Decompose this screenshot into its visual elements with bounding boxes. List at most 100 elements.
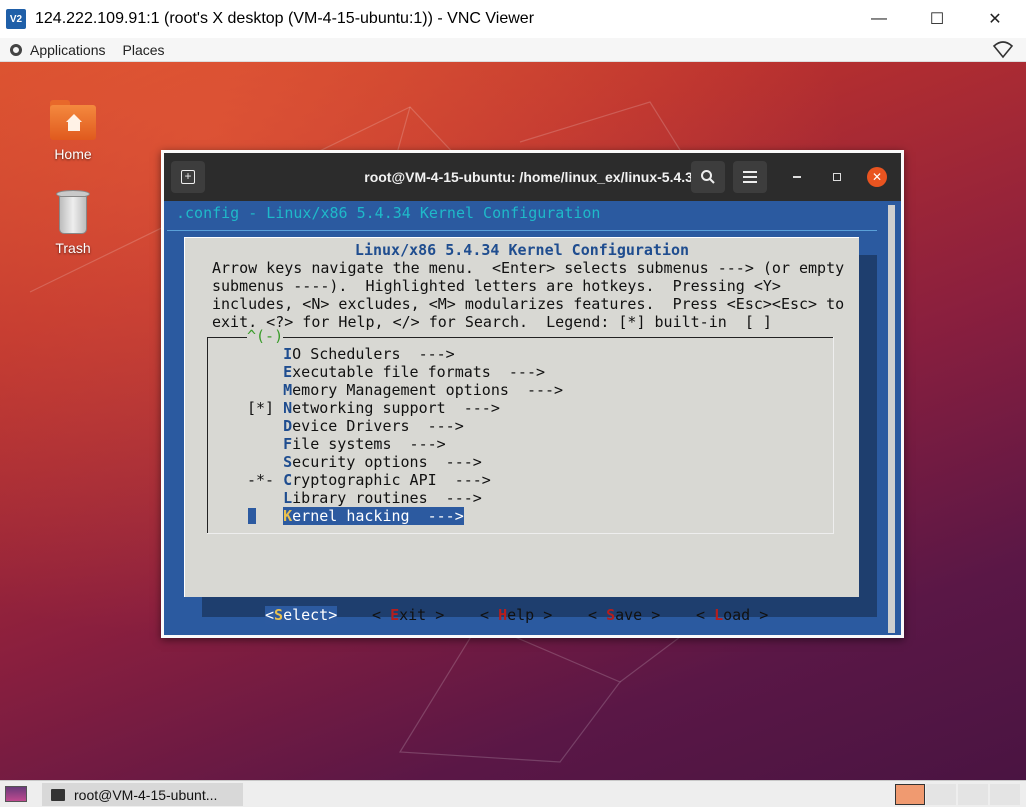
maximize-button[interactable]: ☐ [908,0,966,38]
menu-item-text: O Schedulers ---> [292,345,455,363]
menu-item-hotkey: N [283,399,293,417]
window-title: 124.222.109.91:1 (root's X desktop (VM-4… [35,10,535,27]
menu-item-prefix: [*] [247,399,284,417]
menu-item-hotkey: L [283,489,293,507]
menu-item[interactable]: File systems ---> [247,435,446,453]
home-label: Home [54,146,92,162]
terminal-maximize-button[interactable] [827,167,847,187]
menu-item[interactable]: Executable file formats ---> [247,363,545,381]
help-text: Arrow keys navigate the menu. <Enter> se… [212,259,844,331]
close-icon: ✕ [871,170,883,184]
button-bracket: > [642,606,661,624]
search-icon [701,170,715,184]
desktop-trash-icon[interactable]: Trash [33,190,113,256]
menu-item-text: emory Management options ---> [292,381,564,399]
button-hotkey: L [714,606,724,624]
show-desktop-button[interactable] [5,786,27,802]
button-label: elect [283,606,329,624]
applications-label: Applications [30,41,106,58]
menu-item[interactable]: IO Schedulers ---> [247,345,455,363]
menu-item-prefix [247,453,283,471]
button-bracket: < [696,606,715,624]
menu-item-prefix [247,381,283,399]
menu-item-hotkey: K [283,507,293,525]
menu-item[interactable]: Memory Management options ---> [247,381,563,399]
terminal-close-button[interactable]: ✕ [867,167,887,187]
load-button[interactable]: < Load > [696,606,768,624]
button-bracket: < [480,606,499,624]
workspace-switcher-3[interactable] [958,784,988,805]
menu-item-prefix [247,489,283,507]
terminal-scrollbar[interactable] [888,205,895,633]
terminal-minimize-button[interactable] [787,167,807,187]
ubuntu-logo-icon [10,43,22,56]
menu-item-hotkey: M [283,381,293,399]
menu-item-text: ryptographic API ---> [292,471,491,489]
help-line: submenus ----). Highlighted letters are … [212,277,781,295]
menu-item-hotkey: I [283,345,293,363]
button-label: xit [399,606,427,624]
menu-item-label: Memory Management options ---> [283,381,563,399]
minimize-icon [793,176,801,178]
desktop-home-icon[interactable]: Home [33,100,113,162]
menu-item-hotkey: F [283,435,293,453]
menu-item-prefix [247,435,283,453]
menu-item-prefix [247,345,283,363]
menu-item-label: Library routines ---> [283,489,482,507]
menu-item-prefix: -*- [247,471,284,489]
menu-item-text: ecurity options ---> [292,453,482,471]
menu-item[interactable]: [*] Networking support ---> [247,399,500,417]
menu-item-label: Device Drivers ---> [283,417,464,435]
button-hotkey: S [606,606,616,624]
menu-item[interactable]: Kernel hacking ---> [247,507,464,525]
top-panel: Applications Places [0,38,1026,62]
button-bracket: < [372,606,391,624]
help-line: includes, <N> excludes, <M> modularizes … [212,295,845,313]
trash-label: Trash [55,240,91,256]
terminal-content[interactable]: .config - Linux/x86 5.4.34 Kernel Config… [164,201,901,635]
help-line: exit, <?> for Help, </> for Search. Lege… [212,313,772,331]
button-label: oad [723,606,751,624]
help-button[interactable]: < Help > [480,606,552,624]
workspace-switcher-4[interactable] [990,784,1020,805]
button-hotkey: H [498,606,508,624]
minimize-button[interactable]: — [850,0,908,38]
exit-button[interactable]: < Exit > [372,606,444,624]
menu-item-label: IO Schedulers ---> [283,345,455,363]
maximize-icon [833,173,841,181]
menu-item[interactable]: -*- Cryptographic API ---> [247,471,491,489]
menu-item-text: etworking support ---> [292,399,500,417]
menu-item-label: Kernel hacking ---> [283,507,464,525]
menu-item[interactable]: Security options ---> [247,453,482,471]
home-folder-icon [50,100,96,140]
workspace-switcher[interactable] [895,784,925,805]
select-button[interactable]: <Select> [265,606,338,624]
terminal-window[interactable]: + root@VM-4-15-ubuntu: /home/linux_ex/li… [161,150,904,638]
menu-item[interactable]: Library routines ---> [247,489,482,507]
menu-item[interactable]: Device Drivers ---> [247,417,464,435]
workspace-switcher-2[interactable] [926,784,956,805]
trash-icon [56,190,90,234]
menu-button[interactable] [733,161,767,193]
menu-item-label: Executable file formats ---> [283,363,545,381]
vnc-logo-icon[interactable]: V2 [6,9,26,29]
menu-item-text: ibrary routines ---> [292,489,482,507]
button-bracket: < [588,606,607,624]
search-button[interactable] [691,161,725,193]
menuconfig-backtitle: .config - Linux/x86 5.4.34 Kernel Config… [176,204,601,222]
menu-item-hotkey: S [283,453,293,471]
save-button[interactable]: < Save > [588,606,660,624]
applications-menu[interactable]: Applications [10,42,106,58]
vnc-titlebar: V2 124.222.109.91:1 (root's X desktop (V… [0,0,1026,38]
menu-item-text: ernel hacking ---> [292,507,464,525]
places-menu[interactable]: Places [123,42,165,58]
menu-item-text: ile systems ---> [292,435,446,453]
taskbar-terminal-item[interactable]: root@VM-4-15-ubunt... [42,783,243,806]
close-button[interactable]: ✕ [966,0,1024,38]
terminal-headerbar: + root@VM-4-15-ubuntu: /home/linux_ex/li… [164,153,901,201]
selection-cursor [248,508,256,524]
menu-item-prefix [247,363,283,381]
help-line: Arrow keys navigate the menu. <Enter> se… [212,259,845,277]
network-icon[interactable] [992,41,1014,59]
button-bracket: > [426,606,445,624]
